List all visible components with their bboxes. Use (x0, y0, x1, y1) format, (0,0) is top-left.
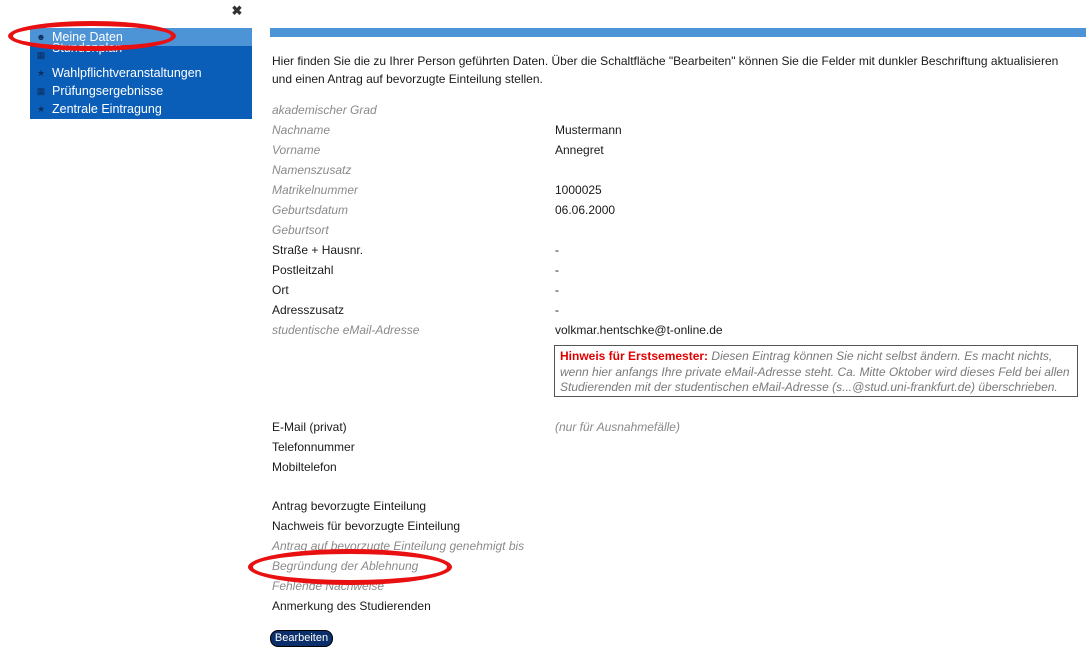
field-value-adresszusatz: - (555, 303, 559, 317)
sidebar-item-zentrale-eintragung[interactable]: ★ Zentrale Eintragung (30, 100, 252, 118)
field-label-geburtsort: Geburtsort (272, 223, 329, 237)
field-label-mobiltelefon: Mobiltelefon (272, 460, 337, 474)
field-label-telefonnummer: Telefonnummer (272, 440, 355, 454)
field-label-anmerkung-studierenden: Anmerkung des Studierenden (272, 599, 431, 613)
field-label-adresszusatz: Adresszusatz (272, 303, 345, 317)
field-label-strasse: Straße + Hausnr. (272, 243, 364, 257)
field-value-strasse: - (555, 243, 559, 257)
field-value-nachname: Mustermann (555, 123, 622, 137)
field-value-studentische-email: volkmar.hentschke@t-online.de (555, 323, 723, 337)
field-label-ort: Ort (272, 283, 289, 297)
calendar-icon: ▦ (36, 50, 46, 60)
field-label-akademischer-grad: akademischer Grad (272, 103, 377, 117)
hint-box: Hinweis für Erstsemester: Diesen Eintrag… (554, 345, 1078, 397)
field-value-ort: - (555, 283, 559, 297)
field-label-geburtsdatum: Geburtsdatum (272, 203, 349, 217)
field-value-geburtsdatum: 06.06.2000 (555, 203, 616, 217)
sidebar-item-label: Zentrale Eintragung (52, 102, 162, 116)
highlight-ring-begruendung (248, 549, 452, 585)
sidebar-item-pruefungsergebnisse[interactable]: ▦ Prüfungsergebnisse (30, 82, 252, 100)
field-label-studentische-email: studentische eMail-Adresse (272, 323, 420, 337)
field-label-vorname: Vorname (272, 143, 321, 157)
star-icon: ★ (36, 68, 46, 78)
section-header-bar (270, 28, 1086, 37)
field-label-postleitzahl: Postleitzahl (272, 263, 334, 277)
field-label-email-privat: E-Mail (privat) (272, 420, 347, 434)
sidebar-item-label: Wahlpflichtveranstaltungen (52, 66, 202, 80)
highlight-ring-meine-daten (8, 21, 176, 51)
intro-text: Hier finden Sie die zu Ihrer Person gefü… (272, 54, 1059, 86)
field-value-matrikelnummer: 1000025 (555, 183, 602, 197)
field-label-antrag-bevorzugte-einteilung: Antrag bevorzugte Einteilung (272, 499, 427, 513)
grid-icon: ▦ (36, 86, 46, 96)
field-label-matrikelnummer: Matrikelnummer (272, 183, 359, 197)
star-icon: ★ (36, 104, 46, 114)
close-icon[interactable]: ✖ (230, 4, 244, 18)
field-value-postleitzahl: - (555, 263, 559, 277)
hint-title: Hinweis für Erstsemester: (560, 349, 709, 363)
field-label-nachweis-bevorzugte-einteilung: Nachweis für bevorzugte Einteilung (272, 519, 461, 533)
field-label-nachname: Nachname (272, 123, 331, 137)
sidebar-item-wahlpflichtveranstaltungen[interactable]: ★ Wahlpflichtveranstaltungen (30, 64, 252, 82)
sidebar-item-label: Prüfungsergebnisse (52, 84, 164, 98)
field-label-namenszusatz: Namenszusatz (272, 163, 352, 177)
field-value-vorname: Annegret (555, 143, 604, 157)
field-value-email-privat-note: (nur für Ausnahmefälle) (555, 420, 680, 434)
edit-button[interactable]: Bearbeiten (270, 630, 333, 647)
